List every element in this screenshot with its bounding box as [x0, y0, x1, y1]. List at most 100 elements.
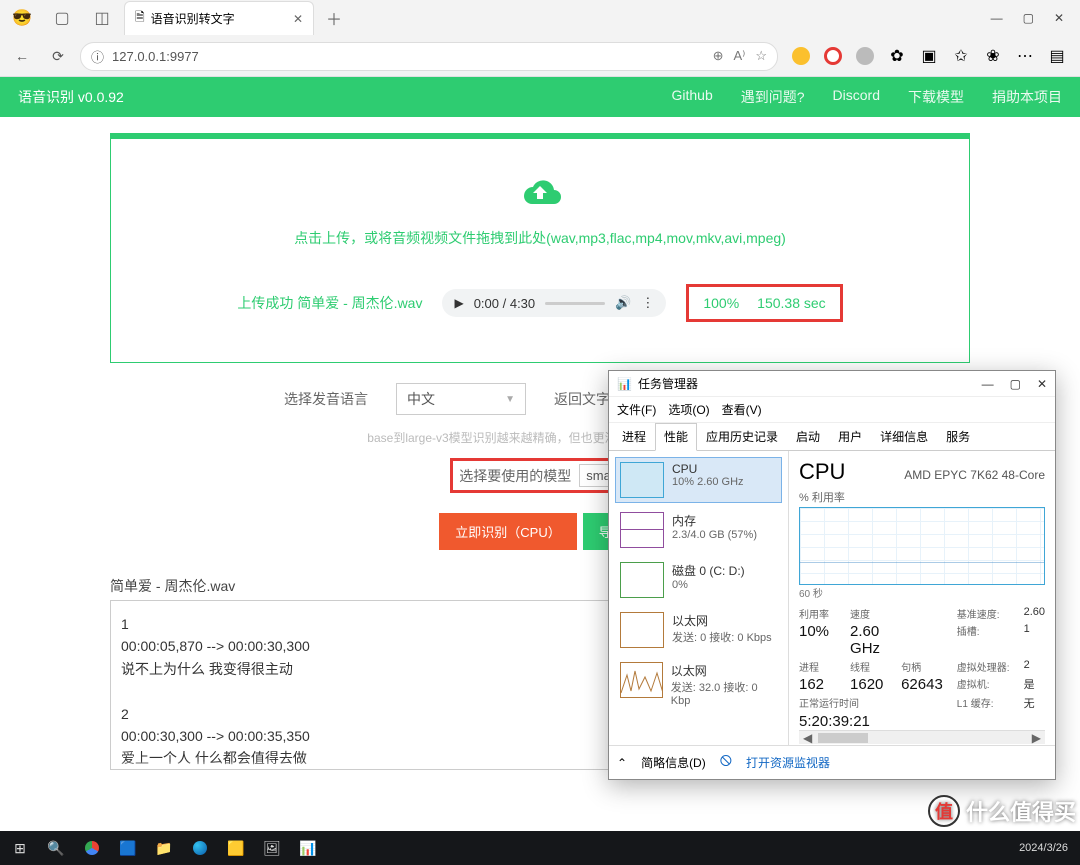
cloud-upload-icon — [111, 175, 969, 220]
cpu-chart — [799, 507, 1045, 585]
monitor-icon: 🛇 — [720, 752, 732, 773]
watermark: 值 什么值得买 — [928, 795, 1076, 827]
util-label: % 利用率 — [799, 489, 1045, 505]
nav-donate[interactable]: 捐助本项目 — [992, 87, 1062, 107]
mem-thumb-graph — [620, 512, 664, 548]
app-icon-3[interactable]: 🖼 — [258, 834, 286, 862]
ext-icon-1[interactable] — [792, 47, 810, 65]
progress-box: 100% 150.38 sec — [686, 284, 842, 322]
cpu-model: AMD EPYC 7K62 48-Core — [904, 468, 1045, 482]
menu-file[interactable]: 文件(F) — [617, 401, 656, 418]
taskmgr-taskbar-icon[interactable]: 📊 — [294, 834, 322, 862]
nav-discord[interactable]: Discord — [833, 87, 880, 107]
eth-thumb-graph — [620, 662, 663, 698]
nav-faq[interactable]: 遇到问题? — [741, 87, 805, 107]
tab-details[interactable]: 详细信息 — [871, 423, 937, 450]
lang-value: 中文 — [407, 389, 435, 409]
threads-value: 1620 — [850, 676, 887, 693]
chrome-icon[interactable] — [78, 834, 106, 862]
split-icon[interactable]: ▤ — [1048, 47, 1066, 65]
lang-select[interactable]: 中文 ▼ — [396, 383, 526, 415]
tab-startup[interactable]: 启动 — [787, 423, 829, 450]
tm-close-button[interactable]: ✕ — [1037, 377, 1047, 391]
workspaces-icon[interactable]: ▢ — [52, 8, 72, 28]
app-navbar: 语音识别 v0.0.92 Github 遇到问题? Discord 下载模型 捐… — [0, 77, 1080, 117]
sidebar-item-cpu[interactable]: CPU10% 2.60 GHz — [615, 457, 782, 503]
tab-history[interactable]: 应用历史记录 — [697, 423, 787, 450]
model-highlight-box: 选择要使用的模型 smal — [450, 458, 629, 493]
ext-icon-4[interactable]: ✿ — [888, 47, 906, 65]
tab-users[interactable]: 用户 — [829, 423, 871, 450]
task-manager-window[interactable]: 📊 任务管理器 — ▢ ✕ 文件(F) 选项(O) 查看(V) 进程 性能 应用… — [608, 370, 1056, 780]
favorite-icon[interactable]: ☆ — [755, 48, 767, 64]
tab-close-icon[interactable]: ✕ — [293, 12, 303, 26]
sidebar-item-ethernet-1[interactable]: 以太网发送: 0 接收: 0 Kbps — [615, 607, 782, 653]
info-icon[interactable]: ⓘ — [91, 47, 104, 66]
horizontal-scrollbar[interactable]: ◀▶ — [799, 730, 1045, 744]
app-icon[interactable]: 🟦 — [114, 834, 142, 862]
menu-options[interactable]: 选项(O) — [668, 401, 709, 418]
more-icon[interactable]: ⋯ — [1016, 47, 1034, 65]
window-maximize-button[interactable]: ▢ — [1023, 11, 1034, 25]
sidebar-item-disk[interactable]: 磁盘 0 (C: D:)0% — [615, 557, 782, 603]
app-title: 语音识别 v0.0.92 — [18, 87, 124, 107]
elapsed-seconds: 150.38 sec — [757, 295, 826, 311]
play-icon[interactable]: ▶ — [454, 296, 463, 310]
nav-download[interactable]: 下载模型 — [908, 87, 964, 107]
url-text: 127.0.0.1:9977 — [112, 49, 199, 64]
sidebar-item-ethernet-2[interactable]: 以太网发送: 32.0 接收: 0 Kbp — [615, 657, 782, 712]
profile-icon[interactable]: 😎 — [12, 8, 32, 28]
volume-icon[interactable]: 🔊 — [615, 295, 631, 311]
audio-menu-icon[interactable]: ⋮ — [641, 295, 654, 311]
proc-value: 162 — [799, 676, 836, 693]
taskmgr-icon: 📊 — [617, 377, 632, 391]
collections-icon[interactable]: ❀ — [984, 47, 1002, 65]
tab-processes[interactable]: 进程 — [613, 423, 655, 450]
upload-success-text: 上传成功 简单爱 - 周杰伦.wav — [237, 293, 422, 313]
app-icon-2[interactable]: 🟨 — [222, 834, 250, 862]
brief-info-link[interactable]: 简略信息(D) — [641, 754, 706, 771]
tm-minimize-button[interactable]: — — [982, 377, 994, 391]
start-button[interactable]: ⊞ — [6, 834, 34, 862]
new-tab-button[interactable]: ＋ — [318, 2, 350, 34]
resource-monitor-link[interactable]: 打开资源监视器 — [746, 754, 830, 771]
chevron-up-icon[interactable]: ⌃ — [617, 756, 627, 770]
menu-view[interactable]: 查看(V) — [722, 401, 762, 418]
window-minimize-button[interactable]: — — [991, 11, 1003, 25]
search-icon[interactable]: ⊕ — [713, 48, 724, 64]
ext-icon-2[interactable] — [824, 47, 842, 65]
tab-services[interactable]: 服务 — [937, 423, 979, 450]
back-button[interactable]: ← — [8, 42, 36, 70]
upload-dropzone[interactable]: 点击上传，或将音频视频文件拖拽到此处(wav,mp3,flac,mp4,mov,… — [110, 133, 970, 363]
watermark-text: 什么值得买 — [966, 795, 1076, 827]
ext-icon-3[interactable] — [856, 47, 874, 65]
refresh-button[interactable]: ⟳ — [44, 42, 72, 70]
tab-title: 语音识别转文字 — [151, 10, 235, 27]
nav-github[interactable]: Github — [671, 87, 712, 107]
audio-player[interactable]: ▶ 0:00 / 4:30 🔊 ⋮ — [442, 289, 666, 317]
window-close-button[interactable]: ✕ — [1054, 11, 1064, 25]
taskmgr-title: 任务管理器 — [638, 375, 698, 392]
windows-taskbar[interactable]: ⊞ 🔍 🟦 📁 🟨 🖼 📊 2024/3/26 — [0, 831, 1080, 865]
read-aloud-icon[interactable]: A⁾ — [733, 48, 745, 64]
model-label: 选择要使用的模型 — [459, 466, 571, 486]
eth-thumb-graph — [620, 612, 664, 648]
cpu-thumb-graph — [620, 462, 664, 498]
browser-tab[interactable]: 🗎 语音识别转文字 ✕ — [124, 1, 314, 35]
extensions-icon[interactable]: ▣ — [920, 47, 938, 65]
system-clock[interactable]: 2024/3/26 — [1019, 842, 1074, 854]
explorer-icon[interactable]: 📁 — [150, 834, 178, 862]
recognize-button[interactable]: 立即识别（CPU） — [439, 513, 576, 550]
tm-maximize-button[interactable]: ▢ — [1010, 377, 1021, 391]
sidebar-item-memory[interactable]: 内存2.3/4.0 GB (57%) — [615, 507, 782, 553]
speed-value: 2.60 GHz — [850, 623, 887, 657]
progress-percent: 100% — [703, 295, 739, 311]
sidebar-icon[interactable]: ◫ — [92, 8, 112, 28]
edge-icon[interactable] — [186, 834, 214, 862]
search-button[interactable]: 🔍 — [42, 834, 70, 862]
favorites-menu-icon[interactable]: ✩ — [952, 47, 970, 65]
audio-scrubber[interactable] — [545, 302, 605, 305]
address-bar[interactable]: ⓘ 127.0.0.1:9977 ⊕ A⁾ ☆ — [80, 42, 778, 71]
util-value: 10% — [799, 623, 836, 657]
tab-performance[interactable]: 性能 — [655, 423, 697, 451]
